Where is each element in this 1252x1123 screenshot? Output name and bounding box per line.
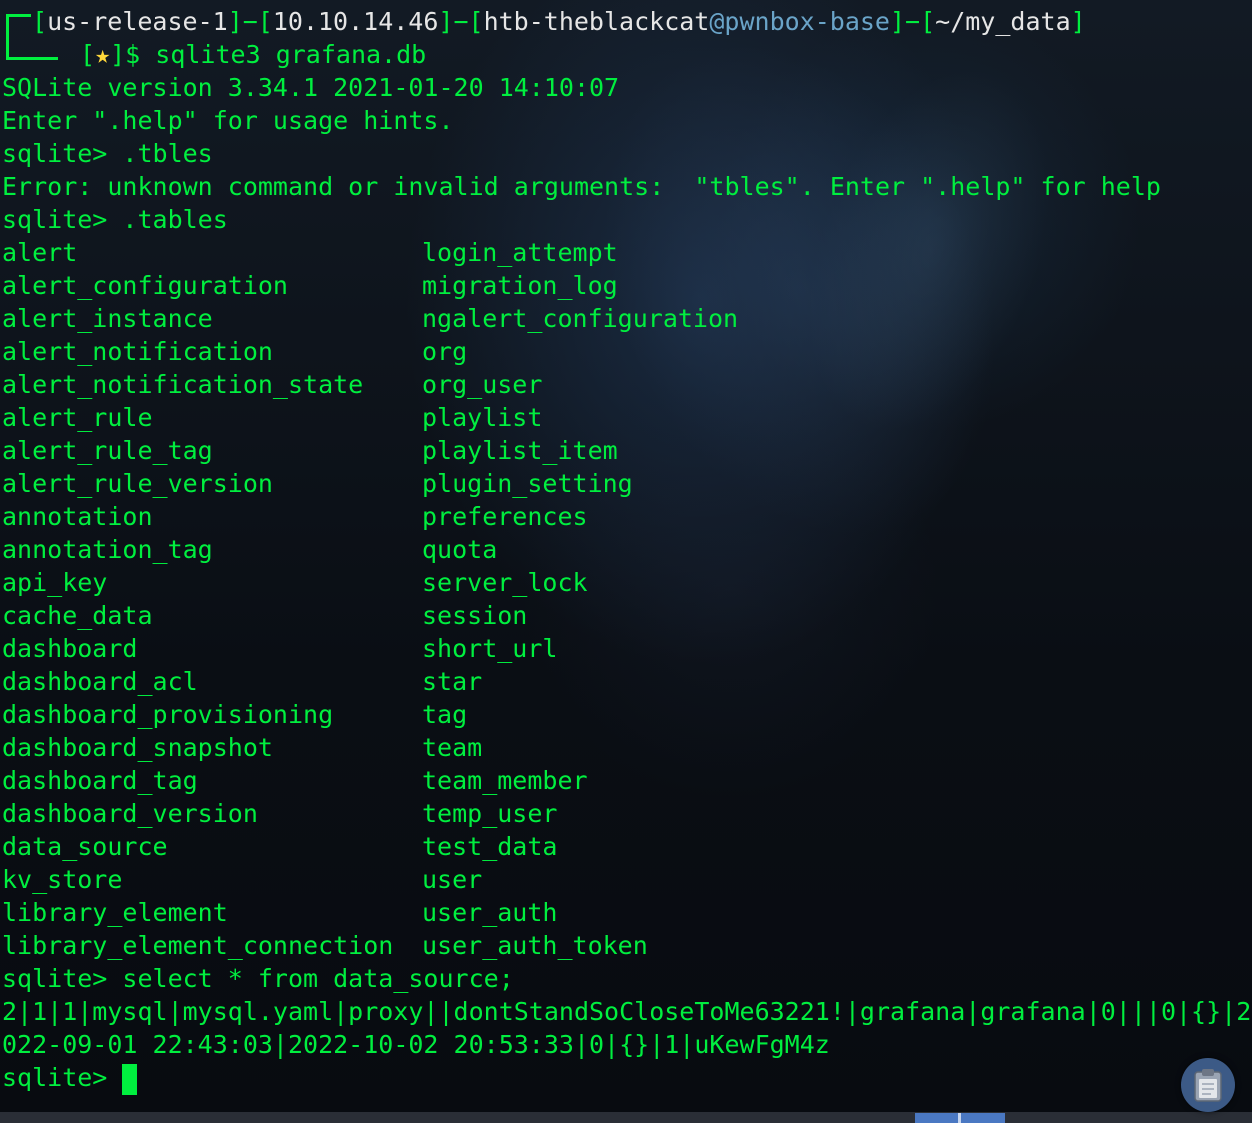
- prompt-corner-top: [6, 14, 31, 47]
- terminal-cursor: [122, 1064, 137, 1095]
- prompt-corner-arrow: [6, 57, 58, 60]
- table-name-item: annotation: [2, 502, 153, 531]
- prompt-line-1: [us-release-1]−[10.10.14.46]−[htb-thebla…: [32, 5, 1086, 38]
- table-name-item: library_element: [2, 898, 228, 927]
- table-name-item: data_source: [2, 832, 168, 861]
- sqlite-command-select: sqlite> select * from data_source;: [2, 964, 514, 993]
- table-name-item: ngalert_configuration: [422, 304, 739, 333]
- table-name-item: dashboard_tag: [2, 766, 198, 795]
- table-name-item: dashboard_provisioning: [2, 700, 334, 729]
- table-name-item: kv_store: [2, 865, 123, 894]
- table-name-item: migration_log: [422, 271, 618, 300]
- prompt-bracket: [: [80, 40, 96, 69]
- sqlite-command-typo: sqlite> .tbles: [2, 139, 213, 168]
- table-name-item: user: [422, 865, 483, 894]
- prompt-path: ~/my_data: [935, 7, 1071, 36]
- prompt-at: @: [709, 7, 725, 36]
- star-icon: ★: [95, 40, 111, 69]
- table-name-item: temp_user: [422, 799, 558, 828]
- table-name-item: alert_rule_tag: [2, 436, 213, 465]
- table-name-item: playlist_item: [422, 436, 618, 465]
- table-name-item: dashboard_version: [2, 799, 258, 828]
- table-name-item: team_member: [422, 766, 588, 795]
- prompt-separator: ]−[: [227, 7, 273, 36]
- table-name-item: cache_data: [2, 601, 153, 630]
- table-name-item: dashboard: [2, 634, 138, 663]
- table-name-item: server_lock: [422, 568, 588, 597]
- table-name-item: org_user: [422, 370, 543, 399]
- table-name-item: dashboard_acl: [2, 667, 198, 696]
- background-wallpaper-shape: [761, 33, 1099, 467]
- sqlite-command-tables: sqlite> .tables: [2, 205, 228, 234]
- prompt-line-2: [★]$ sqlite3 grafana.db: [80, 38, 426, 71]
- table-name-item: playlist: [422, 403, 543, 432]
- table-name-item: star: [422, 667, 483, 696]
- table-name-item: alert_notification_state: [2, 370, 364, 399]
- prompt-bracket: ]: [1070, 7, 1086, 36]
- table-name-item: team: [422, 733, 483, 762]
- prompt-bracket: [: [32, 7, 48, 36]
- prompt-separator: ]−[: [438, 7, 484, 36]
- table-name-item: library_element_connection: [2, 931, 394, 960]
- table-name-item: alert_rule_version: [2, 469, 273, 498]
- table-name-item: alert_instance: [2, 304, 213, 333]
- table-name-item: session: [422, 601, 528, 630]
- final-prompt: sqlite>: [2, 1063, 123, 1092]
- terminal-window[interactable]: [us-release-1]−[10.10.14.46]−[htb-thebla…: [0, 0, 1252, 1123]
- table-name-item: api_key: [2, 568, 108, 597]
- clipboard-icon: [1194, 1069, 1222, 1102]
- table-name-item: short_url: [422, 634, 558, 663]
- query-result-line: 022-09-01 22:43:03|2022-10-02 20:53:33|0…: [2, 1030, 830, 1059]
- table-name-item: alert_rule: [2, 403, 153, 432]
- taskbar: [0, 1112, 1252, 1123]
- prompt-command: ]$ sqlite3 grafana.db: [110, 40, 427, 69]
- table-name-item: test_data: [422, 832, 558, 861]
- table-name-item: alert_configuration: [2, 271, 288, 300]
- sqlite-hint-line: Enter ".help" for usage hints.: [2, 106, 454, 135]
- taskbar-indicator-divider: [958, 1113, 961, 1123]
- table-name-item: preferences: [422, 502, 588, 531]
- prompt-user: htb-theblackcat: [483, 7, 710, 36]
- query-result-line: 2|1|1|mysql|mysql.yaml|proxy||dontStandS…: [2, 997, 1252, 1026]
- table-name-item: alert: [2, 238, 78, 267]
- table-name-item: quota: [422, 535, 498, 564]
- table-name-item: annotation_tag: [2, 535, 213, 564]
- table-name-item: login_attempt: [422, 238, 618, 267]
- sqlite-version-line: SQLite version 3.34.1 2021-01-20 14:10:0…: [2, 73, 620, 102]
- table-name-item: alert_notification: [2, 337, 273, 366]
- table-name-item: org: [422, 337, 468, 366]
- prompt-host: pwnbox-base: [724, 7, 890, 36]
- table-name-item: user_auth_token: [422, 931, 648, 960]
- prompt-separator: ]−[: [890, 7, 936, 36]
- table-name-item: dashboard_snapshot: [2, 733, 273, 762]
- table-name-item: user_auth: [422, 898, 558, 927]
- table-name-item: tag: [422, 700, 468, 729]
- prompt-release: us-release-1: [47, 7, 228, 36]
- prompt-ip: 10.10.14.46: [272, 7, 439, 36]
- sqlite-error-line: Error: unknown command or invalid argume…: [2, 172, 1161, 201]
- table-name-item: plugin_setting: [422, 469, 633, 498]
